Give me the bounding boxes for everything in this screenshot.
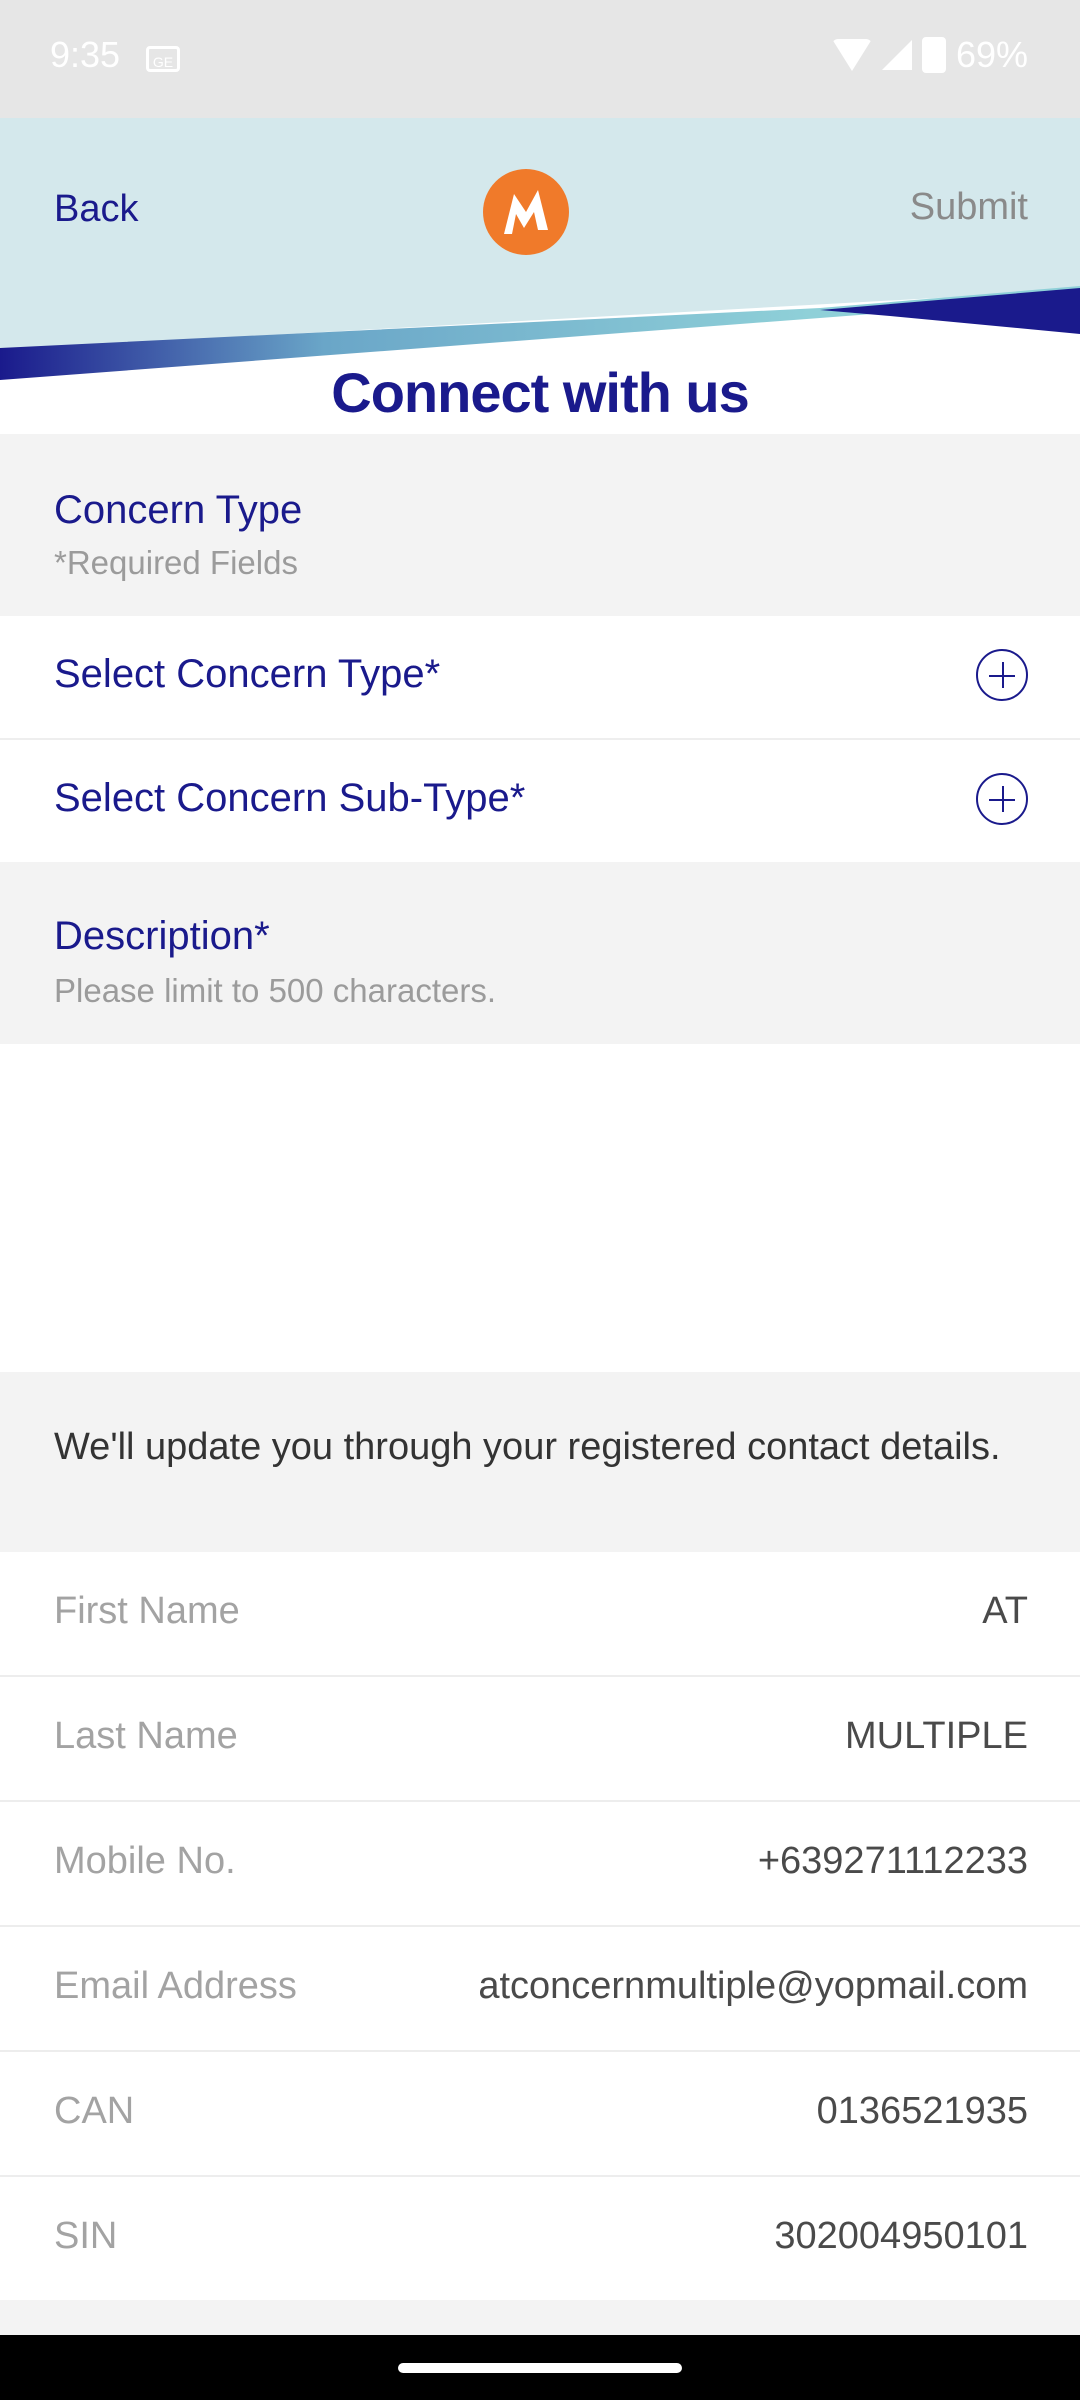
plus-circle-icon[interactable] <box>976 773 1028 825</box>
system-nav-bar <box>0 2335 1080 2400</box>
header: Back Submit Connect with us <box>0 118 1080 430</box>
can-row: CAN 0136521935 <box>0 2052 1080 2177</box>
concern-type-title: Concern Type <box>54 488 303 532</box>
select-concern-subtype[interactable]: Select Concern Sub-Type* <box>0 740 1080 864</box>
can-value: 0136521935 <box>816 2090 1028 2132</box>
can-label: CAN <box>54 2090 135 2132</box>
status-right: 69% <box>831 34 1028 76</box>
battery-percent: 69% <box>955 34 1028 75</box>
mobile-row: Mobile No. +639271112233 <box>0 1802 1080 1927</box>
description-limit-note: Please limit to 500 characters. <box>54 972 497 1009</box>
home-gesture-handle[interactable] <box>398 2363 682 2373</box>
select-concern-subtype-label: Select Concern Sub-Type* <box>54 776 526 820</box>
description-section: Description* Please limit to 500 charact… <box>0 862 1080 1044</box>
brand-logo <box>483 169 569 255</box>
sin-value: 302004950101 <box>774 2215 1028 2257</box>
select-concern-type[interactable]: Select Concern Type* <box>0 616 1080 740</box>
sin-row: SIN 302004950101 <box>0 2177 1080 2302</box>
description-textarea[interactable] <box>0 1044 1080 1372</box>
back-button[interactable]: Back <box>54 188 138 231</box>
sin-label: SIN <box>54 2215 118 2257</box>
wifi-icon <box>831 39 872 71</box>
signal-icon <box>881 40 912 70</box>
bottom-spacer <box>0 2300 1080 2335</box>
last-name-row: Last Name MULTIPLE <box>0 1677 1080 1802</box>
required-fields-note: *Required Fields <box>54 544 298 581</box>
concern-type-section: Concern Type *Required Fields <box>0 434 1080 616</box>
email-row: Email Address atconcernmultiple@yopmail.… <box>0 1927 1080 2052</box>
email-label: Email Address <box>54 1965 297 2007</box>
page-title: Connect with us <box>331 361 749 424</box>
battery-icon <box>921 37 946 73</box>
contact-info-text: We'll update you through your registered… <box>54 1426 1001 1468</box>
last-name-value: MULTIPLE <box>844 1715 1028 1757</box>
description-title: Description* <box>54 914 270 958</box>
select-concern-type-label: Select Concern Type* <box>54 652 441 696</box>
status-time: 9:35 <box>50 34 121 75</box>
mobile-label: Mobile No. <box>54 1840 236 1882</box>
status-bar: 9:35 GE 69% <box>0 0 1080 118</box>
last-name-label: Last Name <box>54 1715 238 1757</box>
mobile-value: +639271112233 <box>757 1840 1028 1882</box>
email-value: atconcernmultiple@yopmail.com <box>478 1965 1028 2007</box>
sim-icon: GE <box>146 46 180 72</box>
submit-button[interactable]: Submit <box>910 186 1028 229</box>
first-name-value: AT <box>982 1590 1028 1632</box>
first-name-label: First Name <box>54 1590 240 1632</box>
first-name-row: First Name AT <box>0 1552 1080 1677</box>
plus-circle-icon[interactable] <box>976 649 1028 701</box>
